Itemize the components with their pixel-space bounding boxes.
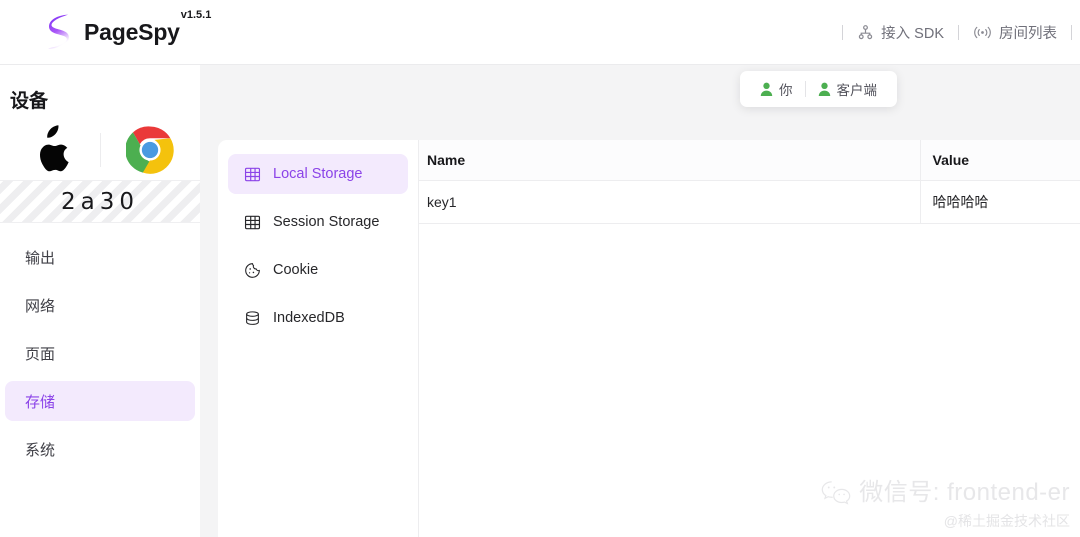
device-browser-logo (101, 125, 201, 174)
member-label: 你 (779, 83, 793, 98)
table-icon (244, 215, 261, 229)
cookie-icon (245, 262, 260, 278)
member-label: 客户端 (836, 83, 878, 98)
column-header-value[interactable]: Value (919, 140, 1080, 181)
device-logos (0, 119, 200, 181)
table-icon (244, 167, 261, 181)
sidebar-item-label: 网络 (25, 297, 56, 315)
cell-name: key1 (419, 180, 920, 224)
table-row[interactable]: key1 哈哈哈哈 (419, 180, 1080, 224)
subnav-item-session-storage[interactable]: Session Storage (228, 202, 408, 242)
sidebar-title: 设备 (10, 91, 49, 112)
device-os-logo (0, 124, 100, 175)
database-icon (246, 310, 259, 325)
member-client[interactable]: 客户端 (806, 79, 890, 99)
subnav-label: IndexedDB (273, 310, 345, 326)
storage-table: Name Value key1 哈哈哈哈 (419, 140, 1080, 224)
table-header-row: Name Value (419, 140, 1080, 181)
subnav-label: Session Storage (273, 214, 380, 230)
broadcast-icon (974, 26, 991, 38)
storage-table-wrap: Name Value key1 哈哈哈哈 (419, 140, 1080, 537)
sidebar-item-label: 系统 (25, 441, 56, 459)
subnav-item-local-storage[interactable]: Local Storage (228, 154, 408, 194)
sidebar-item-label: 页面 (25, 345, 56, 363)
sidebar-item-label: 存储 (25, 393, 56, 411)
member-card: 你 客户端 (740, 71, 897, 107)
pagespy-app: PageSpy v1.5.1 接入 SDK 房间列表 设备 2a30 输出 网络… (0, 0, 1080, 537)
sidebar-item-page[interactable]: 页面 (5, 333, 195, 373)
sidebar-item-storage[interactable]: 存储 (5, 381, 195, 421)
member-you[interactable]: 你 (748, 79, 805, 99)
deployment-unit-icon (858, 24, 873, 39)
top-bar: PageSpy v1.5.1 接入 SDK 房间列表 (0, 0, 1080, 65)
topnav-item-sdk[interactable]: 接入 SDK (843, 22, 958, 43)
apple-logo-icon (39, 124, 69, 171)
subnav-label: Cookie (273, 262, 319, 278)
sidebar-nav: 输出 网络 页面 存储 系统 (0, 223, 200, 469)
user-icon (818, 82, 830, 96)
topnav-room-label: 房间列表 (999, 25, 1057, 42)
topnav-divider (1071, 24, 1072, 40)
subnav-label: Local Storage (273, 166, 363, 182)
storage-panel: Local Storage Session Storage Cookie Ind… (218, 140, 1080, 537)
topnav-item-room-list[interactable]: 房间列表 (959, 22, 1071, 43)
topnav-sdk-label: 接入 SDK (881, 25, 944, 42)
subnav-item-cookie[interactable]: Cookie (228, 250, 408, 290)
top-navigation: 接入 SDK 房间列表 (842, 0, 1072, 64)
main-content: 你 客户端 Local Storage Session Storage Cook… (200, 65, 1080, 537)
subnav-item-indexeddb[interactable]: IndexedDB (228, 298, 408, 338)
brand-name: PageSpy (84, 18, 180, 45)
chrome-logo-icon (126, 125, 174, 174)
storage-subnav: Local Storage Session Storage Cookie Ind… (218, 140, 419, 537)
cell-value: 哈哈哈哈 (919, 180, 1080, 224)
sidebar-item-system[interactable]: 系统 (5, 429, 195, 469)
sidebar-item-label: 输出 (25, 249, 56, 267)
brand-logo[interactable]: PageSpy v1.5.1 (42, 0, 211, 64)
brand-version: v1.5.1 (180, 9, 212, 21)
user-icon (760, 82, 773, 96)
sidebar-item-network[interactable]: 网络 (5, 285, 195, 325)
sidebar-item-output[interactable]: 输出 (5, 237, 195, 277)
device-id: 2a30 (0, 181, 200, 223)
pagespy-logo-icon (48, 14, 69, 49)
column-header-name[interactable]: Name (419, 140, 920, 181)
sidebar: 设备 2a30 输出 网络 页面 存储 系统 (0, 65, 200, 537)
